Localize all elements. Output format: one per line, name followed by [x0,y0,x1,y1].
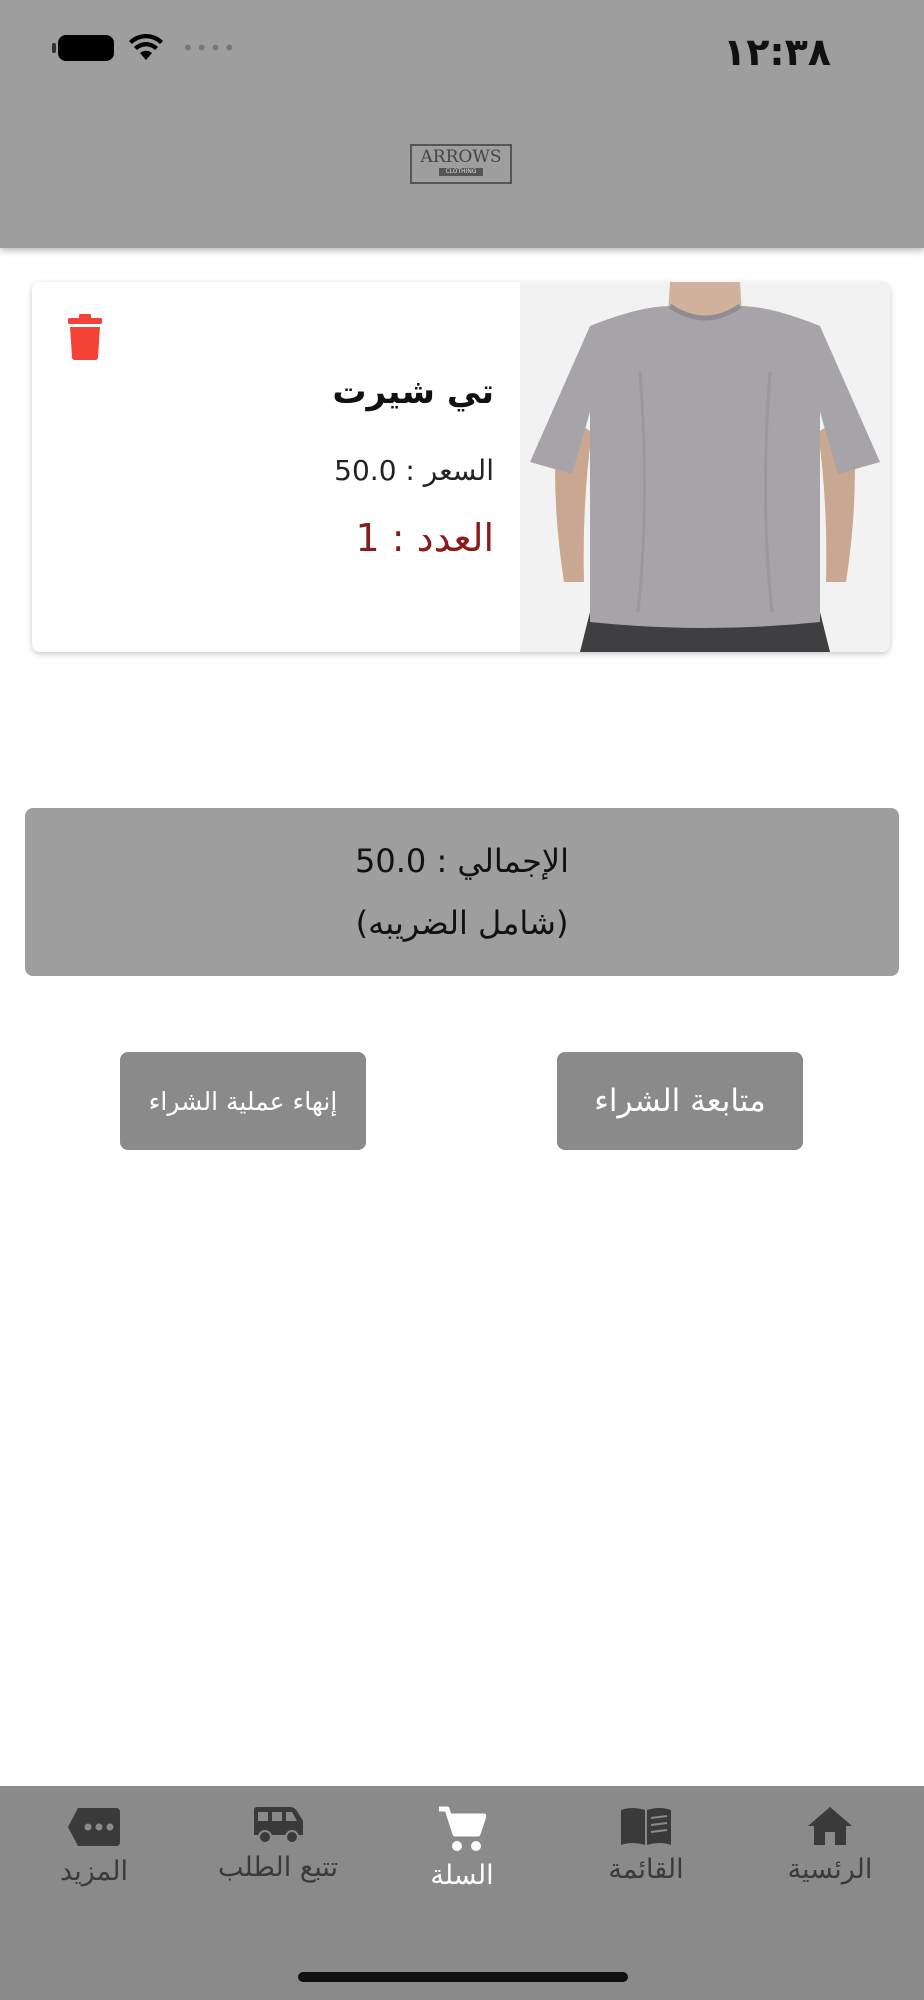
home-icon [808,1807,852,1845]
tab-menu[interactable]: القائمة [554,1806,738,1916]
cart-icon [439,1806,486,1851]
tab-cart[interactable]: السلة [370,1806,554,1916]
app-header: •••• ١٢:٣٨ ARROWS CLOTHING [0,0,924,248]
cellular-signal-icon: •••• [182,36,238,60]
more-icon [68,1808,120,1846]
battery-icon [52,35,114,61]
tax-note: (شامل الضريبه) [355,904,569,942]
finish-checkout-button[interactable]: إنهاء عملية الشراء [120,1052,366,1150]
product-price: السعر : 50.0 [334,454,494,487]
continue-shopping-button[interactable]: متابعة الشراء [557,1052,803,1150]
product-image [520,282,890,652]
tab-home[interactable]: الرئسية [738,1806,922,1916]
van-icon [254,1807,303,1844]
product-title: تي شيرت [332,372,494,412]
tab-more[interactable]: المزيد [2,1806,186,1916]
cart-item-card: تي شيرت السعر : 50.0 العدد : 1 [32,282,890,652]
total-amount: الإجمالي : 50.0 [355,842,569,880]
status-icons: •••• [52,34,238,62]
trash-icon [68,314,102,360]
tab-track-order[interactable]: تتبع الطلب [186,1806,370,1916]
home-indicator [298,1972,628,1982]
order-total-box: الإجمالي : 50.0 (شامل الضريبه) [25,808,899,976]
product-quantity: العدد : 1 [355,516,494,560]
bottom-tab-bar: الرئسية القائمة السلة تتبع الطلب المزيد [0,1786,924,2000]
wifi-icon [129,34,163,60]
book-icon [621,1808,671,1845]
brand-logo: ARROWS CLOTHING [410,144,512,184]
delete-item-button[interactable] [68,314,102,360]
status-time: ١٢:٣٨ [723,30,831,74]
